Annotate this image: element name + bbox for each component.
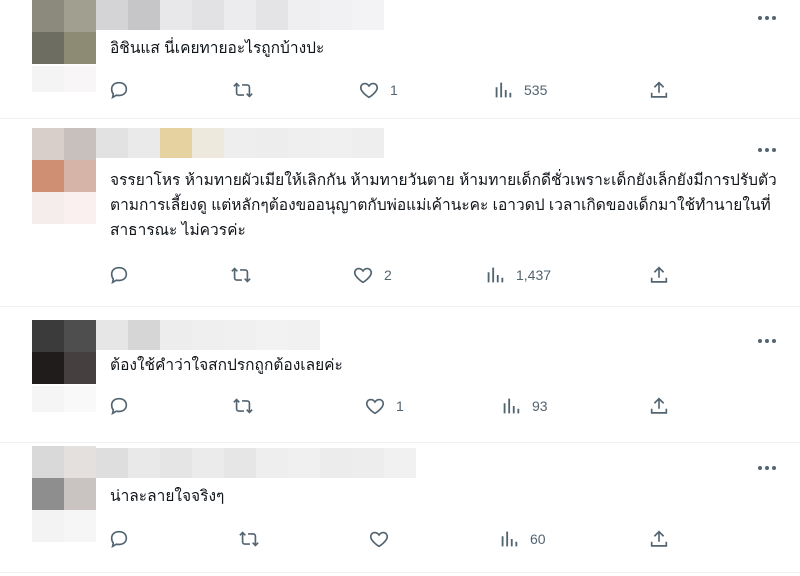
- tweet-3: ต้องใช้คำว่าใจสกปรกถูกต้องเลยค่ะ 1 93: [0, 306, 800, 443]
- views-icon: [501, 531, 518, 547]
- more-options-button[interactable]: [752, 331, 782, 351]
- reply-button[interactable]: [108, 79, 140, 101]
- reply-icon: [110, 530, 128, 548]
- retweet-button[interactable]: [232, 79, 264, 101]
- tweet-actions: 2 1,437: [0, 264, 800, 288]
- tweet-text: น่าละลายใจจริงๆ: [110, 488, 225, 505]
- tweet-actions: 60: [0, 528, 800, 552]
- like-button[interactable]: [368, 528, 400, 550]
- author-name-blurred[interactable]: [96, 448, 416, 478]
- heart-icon: [365, 398, 385, 415]
- views-button[interactable]: 535: [492, 79, 547, 101]
- retweet-icon: [239, 531, 259, 547]
- reply-button[interactable]: [108, 528, 140, 550]
- more-dot: [772, 148, 776, 152]
- views-icon: [487, 267, 504, 283]
- share-button[interactable]: [648, 395, 670, 417]
- tweet-text: อิชินแส นี่เคยทายอะไรถูกบ้างปะ: [110, 40, 325, 57]
- view-count: 60: [530, 531, 546, 547]
- avatar[interactable]: [32, 320, 96, 384]
- views-icon: [503, 398, 520, 414]
- author-name-blurred[interactable]: [96, 320, 320, 350]
- like-button[interactable]: 1: [358, 79, 398, 101]
- share-button[interactable]: [648, 79, 670, 101]
- more-options-button[interactable]: [752, 458, 782, 478]
- view-count: 1,437: [516, 267, 552, 283]
- retweet-button[interactable]: [230, 264, 262, 286]
- view-count: 93: [532, 398, 548, 414]
- more-dot: [765, 466, 769, 470]
- retweet-icon: [233, 398, 253, 414]
- more-icon: [758, 148, 762, 152]
- views-icon: [495, 82, 512, 98]
- like-button[interactable]: 1: [364, 395, 404, 417]
- like-button[interactable]: 2: [352, 264, 392, 286]
- more-dot: [772, 466, 776, 470]
- reply-button[interactable]: [108, 395, 140, 417]
- reply-button[interactable]: [108, 264, 140, 286]
- retweet-button[interactable]: [232, 395, 264, 417]
- author-name-blurred[interactable]: [96, 128, 384, 158]
- more-dot: [765, 16, 769, 20]
- heart-icon: [369, 531, 389, 548]
- heart-icon: [353, 267, 373, 284]
- more-icon: [758, 16, 762, 20]
- share-icon: [650, 81, 668, 98]
- more-dot: [765, 148, 769, 152]
- share-button[interactable]: [648, 264, 670, 286]
- tweet-actions: 1 93: [0, 395, 800, 419]
- reply-icon: [110, 266, 128, 284]
- tweet-4: น่าละลายใจจริงๆ 60: [0, 442, 800, 573]
- tweet-2: จรรยาโหร ห้ามทายผัวเมียให้เลิกกัน ห้ามทา…: [0, 118, 800, 307]
- share-icon: [650, 397, 668, 414]
- share-button[interactable]: [648, 528, 670, 550]
- more-dot: [772, 16, 776, 20]
- heart-icon: [359, 82, 379, 99]
- more-options-button[interactable]: [752, 8, 782, 28]
- more-dot: [765, 339, 769, 343]
- reply-icon: [110, 81, 128, 99]
- view-count: 535: [524, 82, 548, 98]
- like-count: 2: [384, 267, 392, 283]
- more-dot: [772, 339, 776, 343]
- share-icon: [650, 266, 668, 283]
- views-button[interactable]: 1,437: [484, 264, 551, 286]
- views-button[interactable]: 60: [498, 528, 546, 550]
- more-options-button[interactable]: [752, 140, 782, 160]
- tweet-text: จรรยาโหร ห้ามทายผัวเมียให้เลิกกัน ห้ามทา…: [110, 172, 777, 239]
- more-icon: [758, 466, 762, 470]
- views-button[interactable]: 93: [500, 395, 548, 417]
- avatar[interactable]: [32, 0, 96, 64]
- tweet-actions: 1 535: [0, 79, 800, 103]
- author-name-blurred[interactable]: [96, 0, 384, 30]
- retweet-icon: [231, 267, 251, 283]
- tweet-1: อิชินแส นี่เคยทายอะไรถูกบ้างปะ 1 535: [0, 0, 800, 119]
- share-icon: [650, 530, 668, 547]
- retweet-button[interactable]: [238, 528, 270, 550]
- retweet-icon: [233, 82, 253, 98]
- avatar[interactable]: [32, 128, 96, 224]
- more-icon: [758, 339, 762, 343]
- like-count: 1: [396, 398, 404, 414]
- tweet-text: ต้องใช้คำว่าใจสกปรกถูกต้องเลยค่ะ: [110, 357, 343, 374]
- reply-icon: [110, 397, 128, 415]
- like-count: 1: [390, 82, 398, 98]
